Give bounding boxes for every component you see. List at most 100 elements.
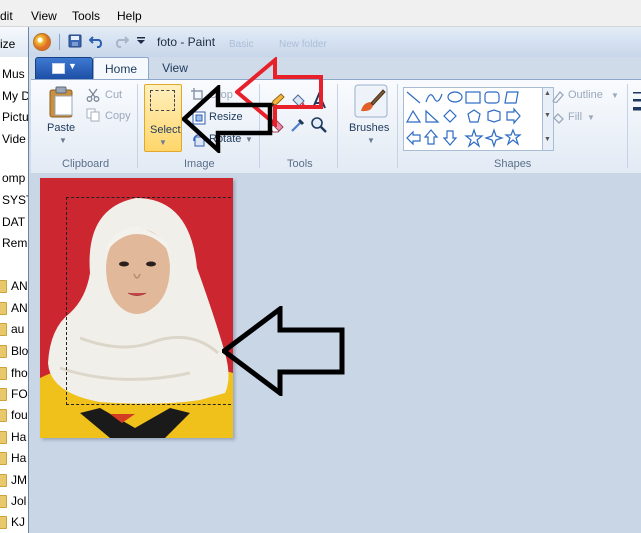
outline-label[interactable]: Outline bbox=[568, 89, 603, 101]
navigation-item[interactable]: JM bbox=[0, 470, 28, 490]
paste-label[interactable]: Paste bbox=[47, 122, 75, 134]
navigation-item[interactable]: AN bbox=[0, 276, 28, 296]
shapes-group-label: Shapes bbox=[494, 158, 532, 170]
navigation-item[interactable]: au bbox=[0, 319, 28, 339]
tab-home[interactable]: Home bbox=[93, 57, 149, 80]
folder-icon bbox=[0, 431, 7, 444]
navigation-item[interactable]: Jol bbox=[0, 491, 28, 511]
folder-icon bbox=[0, 280, 7, 293]
selection-rectangle[interactable] bbox=[66, 197, 233, 405]
navigation-item[interactable]: Ha bbox=[0, 448, 28, 468]
chevron-down-icon[interactable]: ▼ bbox=[587, 113, 595, 122]
navigation-item-label: SYST bbox=[2, 193, 28, 207]
navigation-item[interactable]: FO bbox=[0, 384, 28, 404]
folder-icon bbox=[0, 452, 7, 465]
navigation-item-label: JM bbox=[11, 473, 27, 487]
select-rectangle-icon bbox=[150, 90, 175, 111]
group-separator bbox=[397, 84, 398, 168]
navigation-item[interactable]: Pictu bbox=[0, 107, 28, 127]
clipboard-group-label: Clipboard bbox=[62, 158, 110, 170]
navigation-item[interactable]: SYST bbox=[0, 190, 28, 210]
menu-tools[interactable]: Tools bbox=[72, 9, 100, 23]
black-annotation-arrow-selection bbox=[222, 306, 345, 396]
fill-label[interactable]: Fill bbox=[568, 111, 582, 123]
customize-quick-access-icon[interactable] bbox=[133, 34, 149, 50]
navigation-item[interactable]: Blo bbox=[0, 341, 28, 361]
tools-group-label: Tools bbox=[287, 158, 313, 170]
paint-window: foto - Paint Basic New folder ▼ Home Vie… bbox=[28, 27, 641, 533]
more-shapes-icon[interactable]: ▼ bbox=[544, 136, 551, 143]
size-icon[interactable] bbox=[633, 90, 641, 123]
group-separator bbox=[627, 84, 628, 168]
organize-button[interactable]: ize bbox=[0, 37, 15, 51]
navigation-item-label: Mus bbox=[2, 67, 25, 81]
ghost-text: New folder bbox=[279, 39, 327, 50]
navigation-item-label: AN bbox=[11, 301, 28, 315]
navigation-item[interactable]: Ha bbox=[0, 427, 28, 447]
navigation-item[interactable]: fou bbox=[0, 405, 28, 425]
navigation-item[interactable]: My D bbox=[0, 86, 28, 106]
navigation-item[interactable]: Rem bbox=[0, 233, 28, 253]
ghost-text: Basic bbox=[229, 39, 254, 50]
folder-icon bbox=[0, 388, 7, 401]
navigation-item-label: FO bbox=[11, 387, 28, 401]
copy-icon[interactable] bbox=[86, 108, 100, 125]
chevron-down-icon[interactable]: ▼ bbox=[544, 112, 551, 119]
window-title: foto - Paint bbox=[157, 35, 216, 49]
folder-icon bbox=[0, 409, 7, 422]
chevron-down-icon[interactable]: ▼ bbox=[59, 136, 67, 145]
navigation-item-label: Rem bbox=[2, 236, 28, 250]
brushes-icon[interactable] bbox=[354, 84, 388, 121]
folder-icon bbox=[0, 367, 7, 380]
navigation-item[interactable]: Vide bbox=[0, 129, 28, 149]
chevron-down-icon: ▼ bbox=[68, 61, 77, 71]
paint-app-icon[interactable] bbox=[33, 33, 51, 51]
menu-help[interactable]: Help bbox=[117, 9, 142, 23]
navigation-item-label: Blo bbox=[11, 344, 29, 358]
navigation-item-label: Pictu bbox=[2, 110, 29, 124]
navigation-item[interactable]: KJ bbox=[0, 512, 28, 532]
select-label[interactable]: Select bbox=[150, 124, 181, 136]
background-menu-bar: dit View Tools Help bbox=[0, 0, 641, 27]
navigation-item-label: fho bbox=[11, 366, 28, 380]
navigation-item-label: fou bbox=[11, 408, 28, 422]
brushes-label[interactable]: Brushes bbox=[349, 122, 389, 134]
menu-view[interactable]: View bbox=[31, 9, 57, 23]
paint-menu-button[interactable]: ▼ bbox=[35, 57, 93, 80]
navigation-item[interactable]: fho bbox=[0, 363, 28, 383]
cut-icon[interactable] bbox=[86, 88, 100, 105]
cut-label[interactable]: Cut bbox=[105, 89, 122, 101]
navigation-item-label: Jol bbox=[11, 494, 27, 508]
shapes-gallery[interactable] bbox=[403, 87, 543, 151]
tab-view[interactable]: View bbox=[153, 57, 197, 79]
document-icon bbox=[52, 63, 65, 74]
navigation-item[interactable]: omp bbox=[0, 168, 28, 188]
shapes-grid[interactable] bbox=[404, 88, 542, 150]
copy-label[interactable]: Copy bbox=[105, 110, 131, 122]
navigation-item[interactable]: DAT bbox=[0, 212, 28, 232]
navigation-item-label: AN bbox=[11, 279, 28, 293]
chevron-up-icon[interactable]: ▲ bbox=[544, 90, 551, 97]
save-icon[interactable] bbox=[67, 34, 83, 50]
fill-icon[interactable] bbox=[551, 111, 565, 128]
image-group-label: Image bbox=[184, 158, 215, 170]
quick-access-separator bbox=[59, 34, 60, 50]
chevron-down-icon[interactable]: ▼ bbox=[367, 136, 375, 145]
menu-edit[interactable]: dit bbox=[0, 9, 13, 23]
undo-icon[interactable] bbox=[88, 34, 105, 50]
folder-icon bbox=[0, 474, 7, 487]
folder-icon bbox=[0, 323, 7, 336]
chevron-down-icon[interactable]: ▼ bbox=[159, 138, 167, 147]
paste-icon[interactable] bbox=[48, 86, 76, 121]
ribbon-tab-bar: ▼ Home View bbox=[29, 57, 641, 80]
navigation-item[interactable]: AN bbox=[0, 298, 28, 318]
chevron-down-icon[interactable]: ▼ bbox=[611, 91, 619, 100]
outline-icon[interactable] bbox=[551, 89, 565, 106]
folder-icon bbox=[0, 516, 7, 529]
navigation-item[interactable]: Mus bbox=[0, 64, 28, 84]
group-separator bbox=[137, 84, 138, 168]
folder-icon bbox=[0, 302, 7, 315]
photo-image[interactable] bbox=[40, 178, 233, 438]
navigation-item[interactable] bbox=[0, 256, 28, 276]
redo-icon[interactable] bbox=[113, 34, 130, 50]
